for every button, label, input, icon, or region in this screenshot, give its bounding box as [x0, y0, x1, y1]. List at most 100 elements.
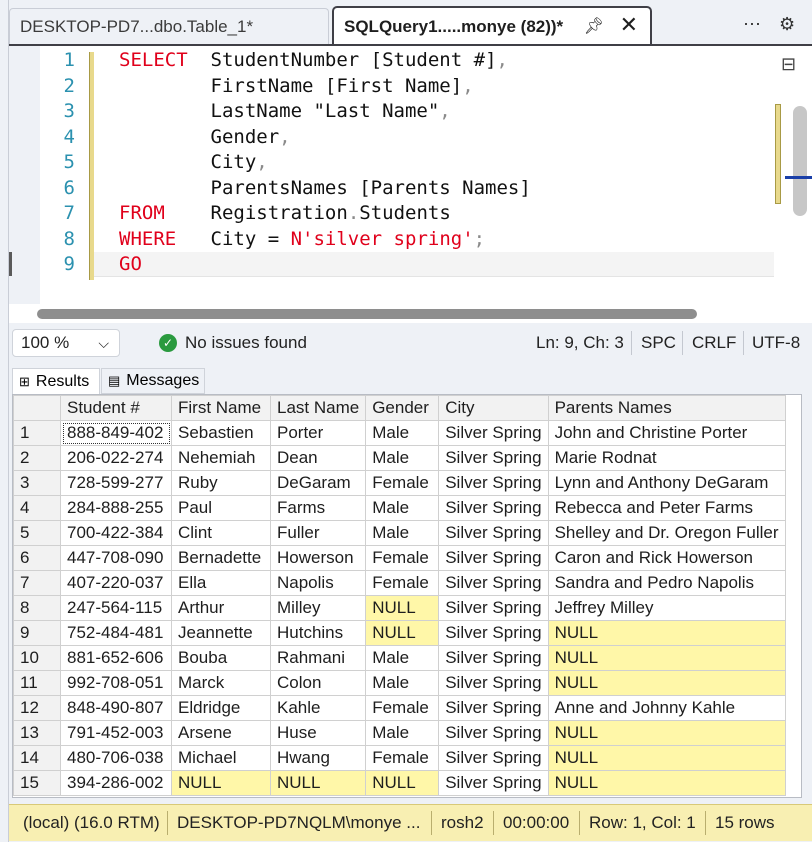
- results-grid[interactable]: Student # First Name Last Name Gender City Pa…: [12, 394, 802, 798]
- grid-cell[interactable]: NULL: [269, 770, 367, 796]
- table-row[interactable]: 2 206-022-274 Nehemiah Dean Male Silver Sprin…: [13, 445, 786, 471]
- grid-cell[interactable]: Farms: [269, 495, 367, 521]
- table-row[interactable]: 15 394-286-002 NULL NULL NULL Silver Spring NU…: [13, 770, 786, 796]
- grid-cell[interactable]: Bernadette: [171, 545, 271, 571]
- grid-cell[interactable]: Howerson: [269, 545, 367, 571]
- grid-cell[interactable]: 700-422-384: [60, 520, 172, 546]
- grid-cell[interactable]: Shelley and Dr. Oregon Fuller: [547, 520, 786, 546]
- grid-cell[interactable]: Silver Spring: [438, 445, 549, 471]
- whitespace-mode[interactable]: SPC: [641, 333, 676, 353]
- grid-cell[interactable]: 992-708-051: [60, 670, 172, 696]
- table-row[interactable]: 9 752-484-481 Jeannette Hutchins NULL Silver …: [13, 620, 786, 646]
- row-number[interactable]: 10: [13, 645, 61, 671]
- grid-cell[interactable]: Silver Spring: [438, 470, 549, 496]
- grid-cell[interactable]: Female: [365, 695, 440, 721]
- grid-cell[interactable]: Jeannette: [171, 620, 271, 646]
- grid-cell[interactable]: Male: [365, 495, 440, 521]
- table-row[interactable]: 3 728-599-277 Ruby DeGaram Female Silver Spri…: [13, 470, 786, 496]
- grid-cell[interactable]: 848-490-807: [60, 695, 172, 721]
- row-number[interactable]: 1: [13, 420, 61, 446]
- grid-cell[interactable]: Silver Spring: [438, 420, 549, 446]
- cursor-position[interactable]: Ln: 9, Ch: 3: [536, 333, 624, 353]
- grid-cell[interactable]: Bouba: [171, 645, 271, 671]
- grid-cell[interactable]: Rahmani: [269, 645, 367, 671]
- tab-messages[interactable]: ▤ Messages: [101, 368, 205, 394]
- grid-cell[interactable]: Female: [365, 470, 440, 496]
- table-row[interactable]: 7 407-220-037 Ella Napolis Female Silver Spri…: [13, 570, 786, 596]
- grid-cell[interactable]: Marck: [171, 670, 271, 696]
- grid-cell[interactable]: Porter: [269, 420, 367, 446]
- row-number[interactable]: 13: [13, 720, 61, 746]
- zoom-select[interactable]: 100 % ⌵: [12, 329, 120, 357]
- grid-cell[interactable]: NULL: [365, 620, 440, 646]
- table-row[interactable]: 5 700-422-384 Clint Fuller Male Silver Spring…: [13, 520, 786, 546]
- grid-cell[interactable]: NULL: [547, 720, 786, 746]
- row-number[interactable]: 7: [13, 570, 61, 596]
- gear-icon[interactable]: ⚙: [779, 14, 795, 35]
- grid-cell[interactable]: Silver Spring: [438, 645, 549, 671]
- grid-cell[interactable]: Female: [365, 745, 440, 771]
- grid-cell[interactable]: Kahle: [269, 695, 367, 721]
- issues-status[interactable]: No issues found: [185, 333, 307, 353]
- grid-cell[interactable]: Milley: [269, 595, 367, 621]
- query-editor[interactable]: 1 SELECT StudentNumber [Student #], 2 Firs…: [9, 44, 812, 325]
- grid-cell[interactable]: Female: [365, 545, 440, 571]
- grid-cell[interactable]: Lynn and Anthony DeGaram: [547, 470, 786, 496]
- row-number[interactable]: 15: [13, 770, 61, 796]
- grid-cell[interactable]: 752-484-481: [60, 620, 172, 646]
- grid-cell[interactable]: 480-706-038: [60, 745, 172, 771]
- grid-cell[interactable]: 206-022-274: [60, 445, 172, 471]
- grid-cell[interactable]: Male: [365, 720, 440, 746]
- grid-cell[interactable]: Male: [365, 420, 440, 446]
- grid-cell[interactable]: Arsene: [171, 720, 271, 746]
- tab-results[interactable]: ⊞ Results: [12, 368, 100, 394]
- grid-cell[interactable]: NULL: [365, 770, 440, 796]
- table-row[interactable]: 8 247-564-115 Arthur Milley NULL Silver Sprin…: [13, 595, 786, 621]
- grid-cell[interactable]: Silver Spring: [438, 595, 549, 621]
- grid-cell[interactable]: Silver Spring: [438, 520, 549, 546]
- row-number[interactable]: 9: [13, 620, 61, 646]
- grid-cell[interactable]: NULL: [171, 770, 271, 796]
- grid-cell[interactable]: 247-564-115: [60, 595, 172, 621]
- more-options-icon[interactable]: ⋯: [743, 14, 761, 35]
- grid-corner[interactable]: [13, 395, 61, 421]
- row-number[interactable]: 4: [13, 495, 61, 521]
- grid-cell[interactable]: Paul: [171, 495, 271, 521]
- column-header[interactable]: First Name: [171, 395, 271, 421]
- table-row[interactable]: 6 447-708-090 Bernadette Howerson Female Silv…: [13, 545, 786, 571]
- grid-cell[interactable]: Ella: [171, 570, 271, 596]
- pin-icon[interactable]: 📌︎: [584, 16, 604, 36]
- grid-cell[interactable]: Arthur: [171, 595, 271, 621]
- grid-cell[interactable]: Silver Spring: [438, 720, 549, 746]
- horizontal-scrollbar[interactable]: [37, 309, 697, 319]
- grid-cell[interactable]: Male: [365, 445, 440, 471]
- grid-cell[interactable]: Napolis: [269, 570, 367, 596]
- grid-cell[interactable]: Silver Spring: [438, 695, 549, 721]
- grid-cell[interactable]: Silver Spring: [438, 495, 549, 521]
- grid-cell[interactable]: Eldridge: [171, 695, 271, 721]
- grid-cell[interactable]: Caron and Rick Howerson: [547, 545, 786, 571]
- grid-cell[interactable]: Marie Rodnat: [547, 445, 786, 471]
- table-row[interactable]: 1 888-849-402 Sebastien Porter Male Silver Sp…: [13, 420, 786, 446]
- grid-cell[interactable]: Jeffrey Milley: [547, 595, 786, 621]
- grid-cell[interactable]: 407-220-037: [60, 570, 172, 596]
- grid-cell[interactable]: Male: [365, 670, 440, 696]
- table-row[interactable]: 10 881-652-606 Bouba Rahmani Male Silver Spri…: [13, 645, 786, 671]
- grid-cell[interactable]: Nehemiah: [171, 445, 271, 471]
- vertical-scrollbar[interactable]: [793, 106, 807, 216]
- grid-cell[interactable]: Huse: [269, 720, 367, 746]
- grid-cell[interactable]: Silver Spring: [438, 745, 549, 771]
- grid-cell[interactable]: Silver Spring: [438, 670, 549, 696]
- grid-cell[interactable]: 881-652-606: [60, 645, 172, 671]
- grid-cell[interactable]: NULL: [547, 670, 786, 696]
- table-row[interactable]: 4 284-888-255 Paul Farms Male Silver Spring Re…: [13, 495, 786, 521]
- grid-cell[interactable]: Male: [365, 645, 440, 671]
- grid-cell[interactable]: John and Christine Porter: [547, 420, 786, 446]
- grid-cell[interactable]: Clint: [171, 520, 271, 546]
- row-number[interactable]: 2: [13, 445, 61, 471]
- row-number[interactable]: 11: [13, 670, 61, 696]
- close-icon[interactable]: ✕: [620, 12, 638, 38]
- grid-cell[interactable]: NULL: [547, 620, 786, 646]
- table-row[interactable]: 12 848-490-807 Eldridge Kahle Female Silver S…: [13, 695, 786, 721]
- grid-cell[interactable]: Hwang: [269, 745, 367, 771]
